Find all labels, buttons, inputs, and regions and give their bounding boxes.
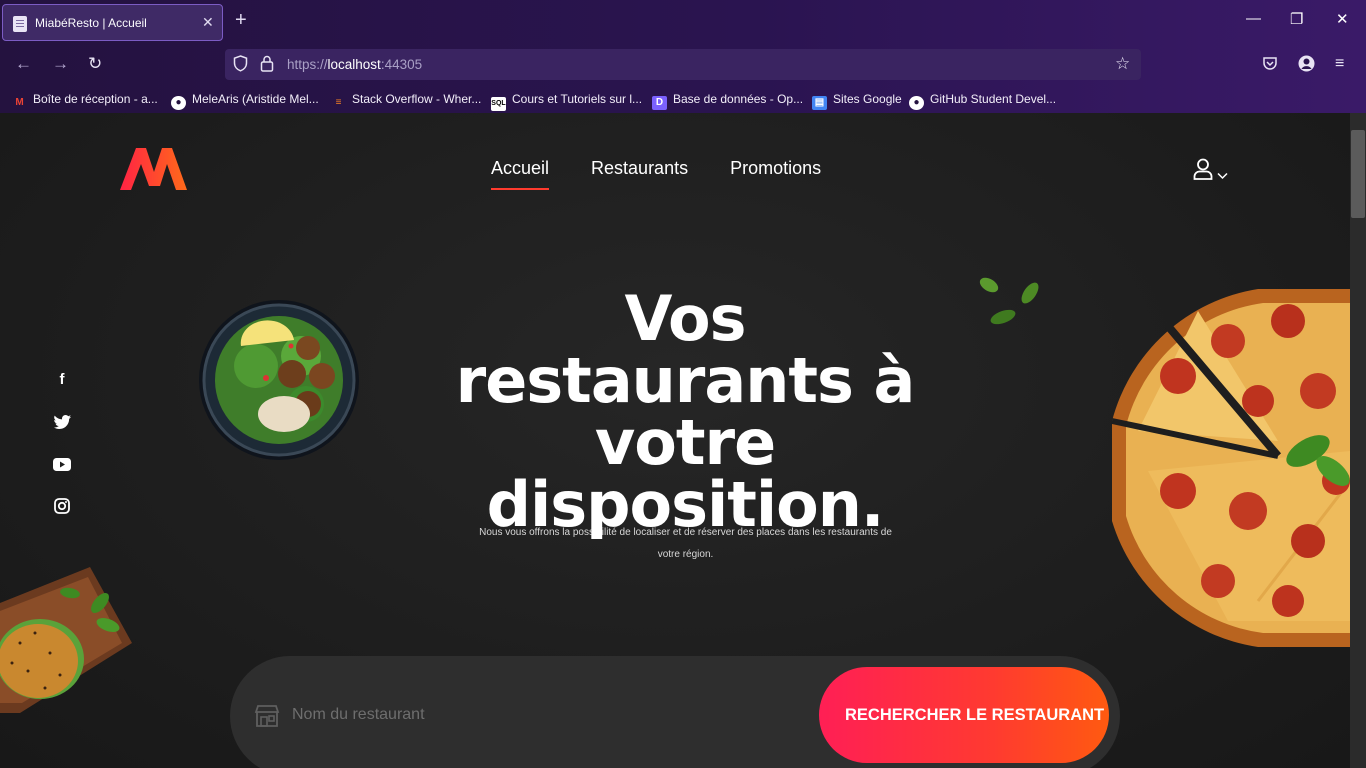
page-scrollbar[interactable] — [1350, 113, 1366, 768]
gmail-icon: M — [15, 97, 24, 108]
search-bar: RECHERCHER LE RESTAURANT — [230, 656, 1120, 768]
restore-icon[interactable]: ❐ — [1290, 10, 1303, 28]
bookmark-item[interactable]: M Boîte de réception - a... — [12, 92, 158, 110]
minimize-icon[interactable]: — — [1246, 10, 1261, 27]
new-tab-button[interactable]: + — [235, 10, 247, 30]
database-icon: D — [652, 96, 667, 110]
tab-title: MiabéResto | Accueil — [35, 16, 147, 30]
close-window-icon[interactable]: ✕ — [1336, 10, 1349, 28]
forward-icon[interactable]: → — [52, 54, 69, 74]
hero-title: Vos restaurants à votre disposition. — [455, 282, 916, 541]
scrollbar-thumb[interactable] — [1351, 130, 1365, 218]
nav-promotions[interactable]: Promotions — [730, 158, 821, 190]
main-nav: Accueil Restaurants Promotions — [491, 158, 821, 190]
tab-active[interactable]: MiabéResto | Accueil ✕ — [2, 4, 223, 41]
facebook-icon[interactable]: f — [51, 369, 73, 391]
url-scheme: https:// — [287, 57, 328, 72]
basil-leaves-image — [979, 277, 1039, 325]
bookmark-item[interactable]: ▤ Sites Google — [812, 92, 902, 110]
lock-icon[interactable] — [260, 55, 274, 76]
user-icon — [1193, 158, 1213, 180]
restaurant-name-input[interactable] — [292, 701, 672, 729]
github-icon: ● — [909, 96, 924, 110]
bookmark-label: Stack Overflow - Wher... — [352, 92, 482, 106]
user-menu[interactable] — [1193, 158, 1228, 184]
bookmark-label: Boîte de réception - a... — [33, 92, 158, 106]
pizza-image — [1111, 289, 1350, 647]
page-content: Accueil Restaurants Promotions f Nous vo… — [0, 113, 1350, 768]
url-text: https://localhost:44305 — [287, 57, 422, 72]
search-restaurant-button[interactable]: RECHERCHER LE RESTAURANT — [819, 667, 1109, 763]
bookmark-label: MeleAris (Aristide Mel... — [192, 92, 319, 106]
store-icon — [254, 705, 280, 727]
youtube-icon[interactable] — [51, 453, 73, 475]
account-icon[interactable] — [1298, 55, 1315, 77]
reload-icon[interactable]: ↻ — [88, 54, 102, 74]
stackoverflow-icon: ≡ — [335, 97, 342, 108]
url-host: localhost — [327, 57, 381, 72]
bookmark-star-icon[interactable]: ☆ — [1115, 54, 1130, 74]
bookmark-item[interactable]: ● MeleAris (Aristide Mel... — [171, 92, 319, 110]
tab-bar: MiabéResto | Accueil ✕ + — ❐ ✕ — [0, 0, 1366, 44]
instagram-icon[interactable] — [51, 495, 73, 517]
bookmark-item[interactable]: ≡ Stack Overflow - Wher... — [331, 92, 482, 110]
browser-chrome: MiabéResto | Accueil ✕ + — ❐ ✕ ← → ↻ htt… — [0, 0, 1366, 113]
salad-bowl-image — [199, 300, 359, 460]
github-icon: ● — [171, 96, 186, 110]
sql-icon: SQL — [491, 97, 506, 111]
nav-accueil[interactable]: Accueil — [491, 158, 550, 190]
bookmark-item[interactable]: SQL Cours et Tutoriels sur l... — [491, 92, 642, 111]
url-port: :44305 — [380, 57, 423, 72]
bookmark-label: Base de données - Op... — [673, 92, 804, 106]
address-bar[interactable]: https://localhost:44305 ☆ — [225, 49, 1141, 80]
shield-icon[interactable] — [233, 55, 248, 76]
bookmark-item[interactable]: D Base de données - Op... — [652, 92, 803, 110]
social-links: f — [51, 369, 73, 537]
nav-restaurants[interactable]: Restaurants — [591, 158, 688, 190]
burger-image — [0, 567, 132, 713]
page-icon — [13, 16, 27, 32]
site-logo[interactable] — [120, 148, 187, 190]
bookmark-label: GitHub Student Devel... — [930, 92, 1057, 106]
back-icon[interactable]: ← — [15, 54, 32, 74]
chevron-down-icon — [1217, 172, 1228, 180]
menu-icon[interactable]: ≡ — [1335, 55, 1344, 73]
bookmarks-bar: M Boîte de réception - a... ● MeleAris (Ar… — [0, 86, 1366, 113]
google-sites-icon: ▤ — [812, 96, 827, 110]
bookmark-item[interactable]: ● GitHub Student Devel... — [909, 92, 1056, 110]
bookmark-label: Cours et Tutoriels sur l... — [512, 92, 643, 106]
bookmark-label: Sites Google — [833, 92, 902, 106]
close-tab-icon[interactable]: ✕ — [202, 14, 214, 31]
pocket-icon[interactable] — [1262, 55, 1278, 76]
twitter-icon[interactable] — [51, 411, 73, 433]
